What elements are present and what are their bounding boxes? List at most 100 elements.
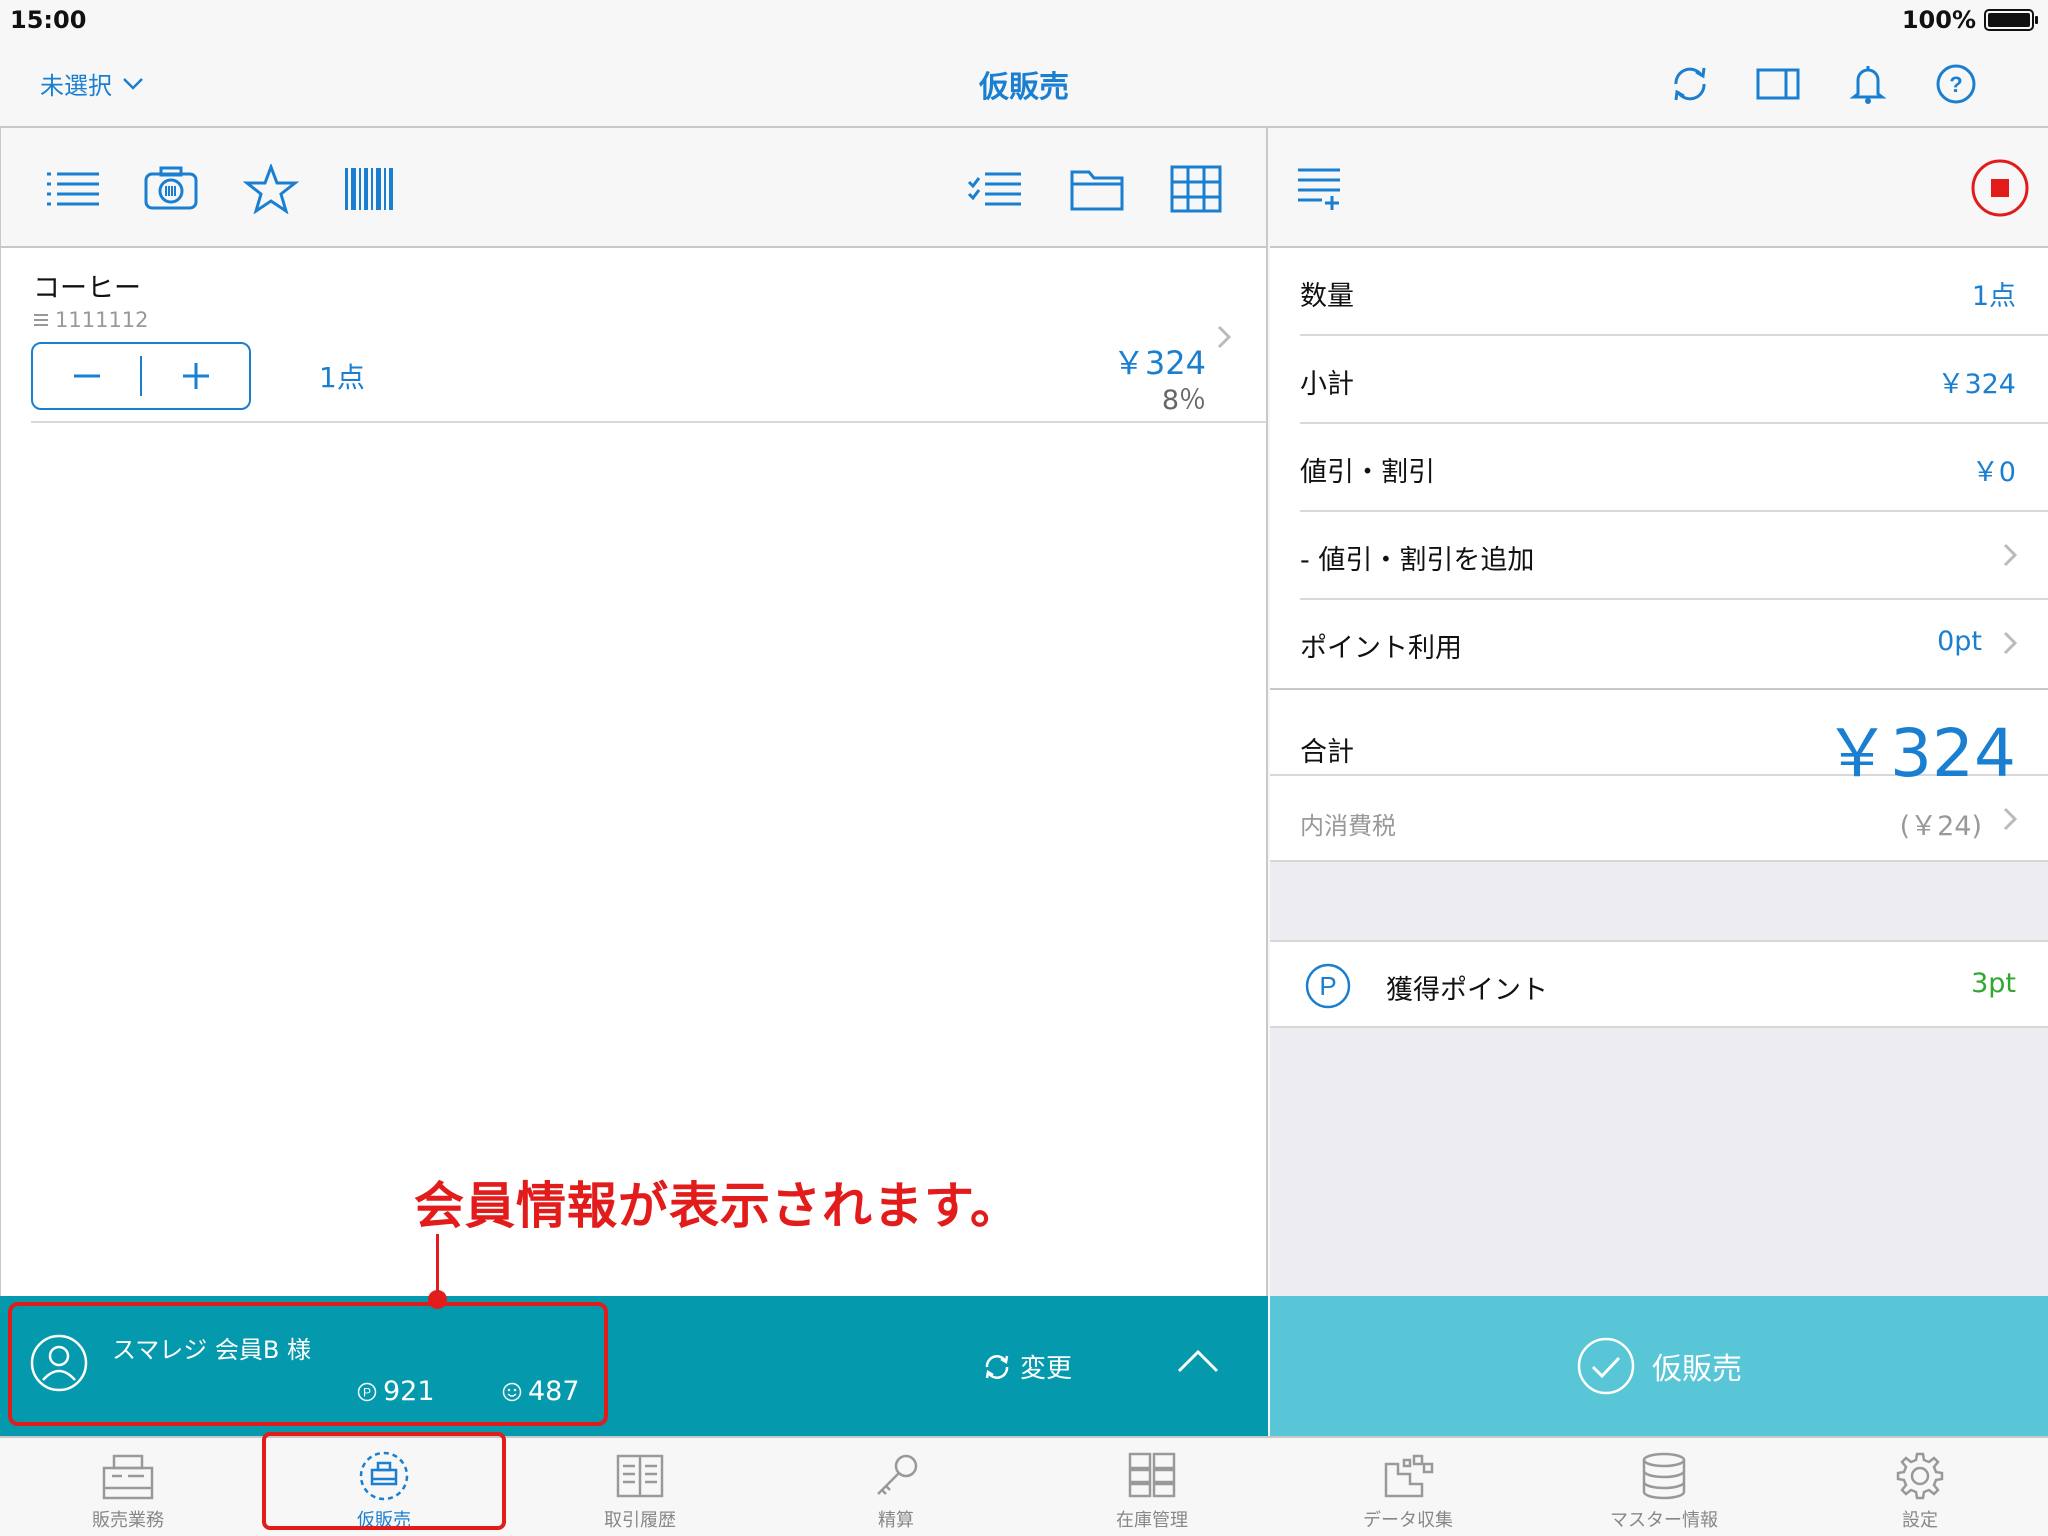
member-stamps: 487 [502, 1376, 580, 1407]
battery-icon [1984, 9, 2038, 31]
code-list-icon [34, 314, 48, 326]
barcode-icon[interactable] [341, 164, 397, 214]
point-icon: P [357, 1382, 377, 1401]
add-discount-label: - 値引・割引を追加 [1300, 545, 1535, 576]
tab-settings-label: 設定 [1902, 1510, 1938, 1531]
svg-text:P: P [363, 1385, 371, 1399]
tab-settings[interactable]: 設定 [1792, 1438, 2048, 1536]
svg-text:?: ? [1949, 72, 1962, 97]
tab-inventory[interactable]: 在庫管理 [1024, 1438, 1280, 1536]
quantity-value: 1点 [1971, 281, 2016, 312]
check-circle-icon [1577, 1337, 1635, 1395]
point-use-row[interactable]: ポイント利用 0pt [1300, 600, 2048, 688]
page-title: 仮販売 [979, 70, 1069, 105]
summary-toolbar [1270, 128, 2048, 248]
temp-sale-button[interactable]: 仮販売 [1270, 1296, 2048, 1436]
svg-text:P: P [1319, 971, 1336, 1001]
tab-master[interactable]: マスター情報 [1536, 1438, 1792, 1536]
chevron-right-icon [2003, 631, 2018, 655]
member-points-value: 921 [383, 1376, 435, 1407]
tab-temp-sale-label: 仮販売 [357, 1510, 411, 1531]
inventory-icon [1128, 1452, 1176, 1498]
change-member-label: 変更 [1020, 1354, 1073, 1384]
subtotal-label: 小計 [1300, 369, 1354, 400]
summary-list: 数量 1点 小計 ￥324 値引・割引 ￥0 - 値引・割引を追加 ポイント利用… [1270, 248, 2048, 862]
refresh-icon[interactable] [1668, 62, 1712, 106]
discount-label: 値引・割引 [1300, 457, 1435, 488]
smile-icon [502, 1382, 522, 1401]
member-info-card[interactable]: スマレジ 会員B 様 P 921 487 [8, 1302, 608, 1426]
folder-icon[interactable] [1069, 164, 1125, 214]
discount-row: 値引・割引 ￥0 [1300, 424, 2048, 512]
tax-row[interactable]: 内消費税 (￥24) [1270, 776, 2048, 862]
quantity-label: 数量 [1300, 281, 1354, 312]
checklist-icon[interactable] [967, 164, 1023, 214]
tab-bar: 販売業務 仮販売 取引履歴 精算 在庫管理 データ収集 マスター情報 設定 [0, 1436, 2048, 1536]
quantity-stepper[interactable] [31, 342, 251, 410]
tab-data-collection[interactable]: データ収集 [1280, 1438, 1536, 1536]
grid-icon[interactable] [1169, 164, 1225, 214]
total-label: 合計 [1300, 737, 1354, 768]
member-name: スマレジ 会員B 様 [112, 1336, 312, 1364]
tab-inventory-label: 在庫管理 [1116, 1510, 1188, 1531]
split-view-icon[interactable] [1756, 62, 1800, 106]
tab-settlement[interactable]: 精算 [768, 1438, 1024, 1536]
annotation-line [436, 1234, 439, 1296]
product-code-value: 1111112 [55, 308, 149, 332]
chevron-right-icon [2003, 543, 2018, 567]
tax-label: 内消費税 [1300, 812, 1396, 840]
status-time: 15:00 [10, 6, 87, 34]
subtotal-value: ￥324 [1937, 369, 2016, 400]
earned-points-row: P 獲得ポイント 3pt [1270, 940, 2048, 1028]
decrement-button[interactable] [33, 344, 140, 408]
battery-percent: 100% [1901, 6, 1976, 34]
point-icon: P [1305, 963, 1351, 1009]
avatar-icon [30, 1334, 88, 1392]
add-note-icon[interactable] [1296, 166, 1342, 212]
register-icon [102, 1454, 154, 1500]
product-quantity: 1点 [319, 361, 365, 394]
stop-record-icon[interactable] [1970, 158, 2030, 218]
key-icon [877, 1454, 918, 1495]
annotation-dot [428, 1290, 447, 1309]
earned-points-value: 3pt [1971, 968, 2016, 999]
tax-value: (￥24) [1899, 811, 1982, 842]
tab-data-collection-label: データ収集 [1363, 1510, 1453, 1531]
chevron-up-icon[interactable] [1176, 1346, 1220, 1376]
tab-history[interactable]: 取引履歴 [512, 1438, 768, 1536]
point-use-label: ポイント利用 [1300, 633, 1462, 664]
increment-button[interactable] [142, 344, 249, 408]
nav-bar: 未選択 仮販売 ? [0, 40, 2048, 128]
tab-sales-label: 販売業務 [92, 1510, 164, 1531]
product-code: 1111112 [33, 308, 149, 332]
plus-icon [182, 363, 209, 389]
bell-icon[interactable] [1846, 62, 1890, 106]
status-bar: 15:00 100% [0, 0, 2048, 40]
battery-indicator: 100% [1901, 6, 2038, 34]
gear-icon [1896, 1452, 1944, 1500]
tab-temp-sale[interactable]: 仮販売 [256, 1438, 512, 1536]
tab-settlement-label: 精算 [878, 1510, 914, 1531]
tab-master-label: マスター情報 [1610, 1510, 1718, 1531]
tab-sales[interactable]: 販売業務 [0, 1438, 256, 1536]
subtotal-row: 小計 ￥324 [1300, 336, 2048, 424]
add-discount-row[interactable]: - 値引・割引を追加 [1300, 512, 2048, 600]
temp-sale-icon [359, 1451, 409, 1501]
row-divider [31, 421, 1267, 423]
star-icon[interactable] [243, 164, 299, 214]
earned-points-label: 獲得ポイント [1386, 975, 1548, 1006]
list-icon[interactable] [45, 164, 101, 214]
tab-history-label: 取引履歴 [604, 1510, 676, 1531]
product-tax-rate: 8％ [1161, 385, 1206, 416]
cart-pane: コーヒー 1111112 1点 ￥324 8％ [0, 128, 1268, 1296]
discount-value: ￥0 [1971, 457, 2016, 488]
change-member-button[interactable]: 変更 [982, 1348, 1072, 1385]
quantity-row: 数量 1点 [1300, 248, 2048, 336]
help-icon[interactable]: ? [1934, 62, 1978, 106]
camera-icon[interactable] [143, 164, 199, 214]
annotation-callout: 会員情報が表示されます。 [414, 1177, 1021, 1235]
member-stamps-value: 487 [528, 1376, 580, 1407]
database-icon [1642, 1452, 1686, 1500]
point-use-value: 0pt [1937, 626, 1982, 657]
member-bar: スマレジ 会員B 様 P 921 487 変更 [0, 1296, 1268, 1436]
